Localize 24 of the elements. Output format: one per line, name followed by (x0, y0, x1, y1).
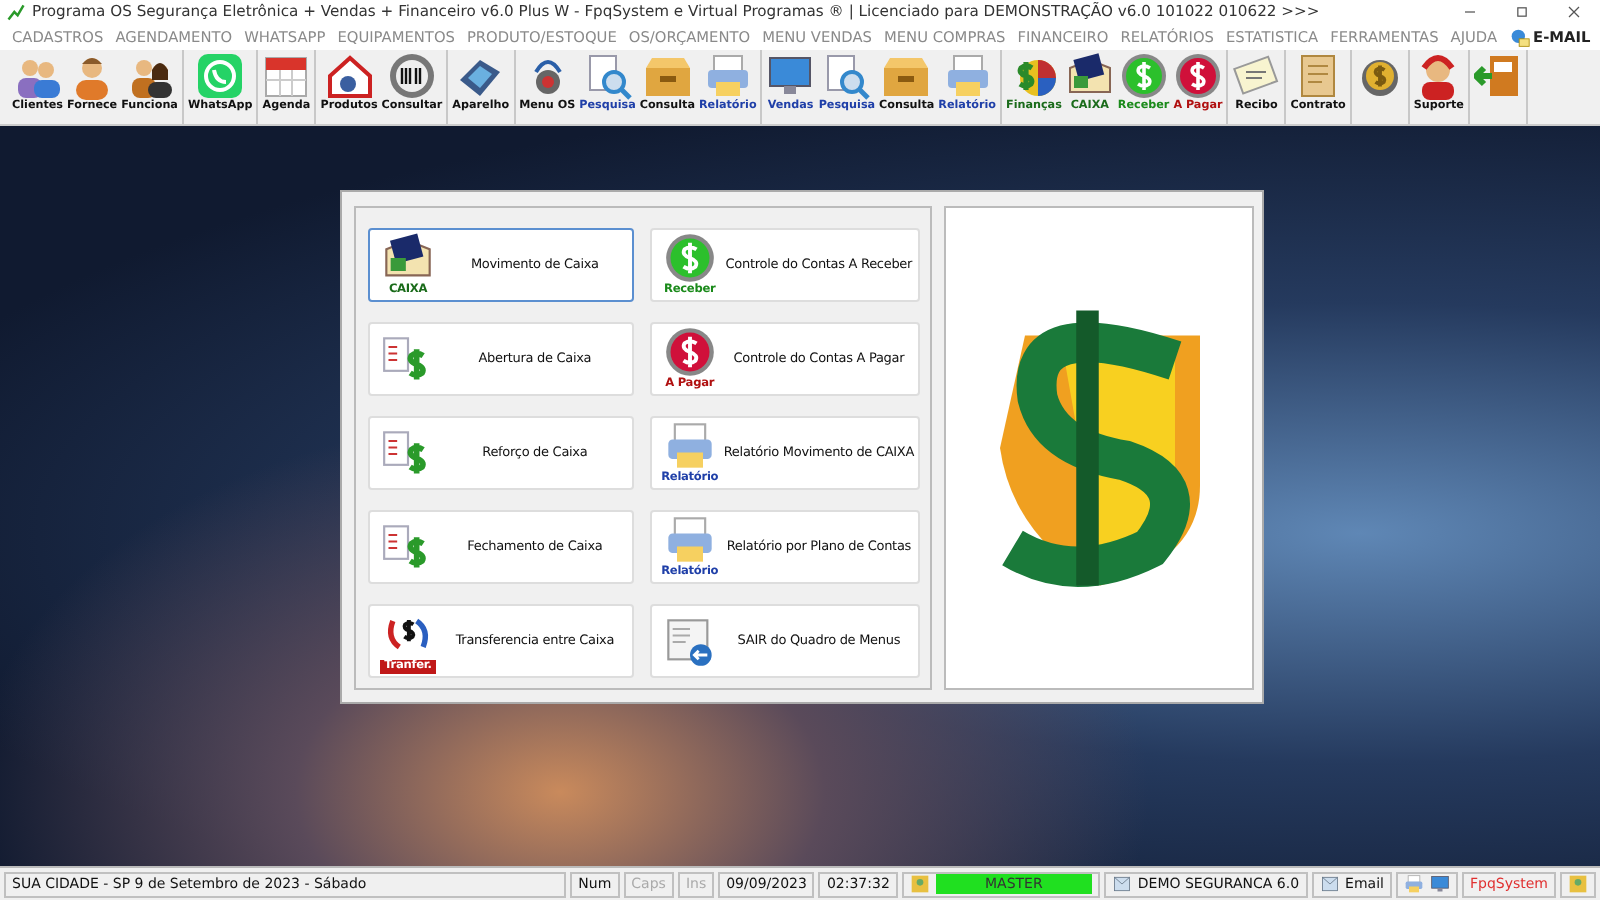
printer-icon (703, 52, 752, 100)
coin-icon (1119, 52, 1168, 100)
printer-icon (663, 514, 716, 566)
printer-icon (943, 52, 992, 100)
exit-door-icon (1473, 52, 1522, 100)
coin-icon (663, 232, 716, 284)
receipt-icon (1232, 52, 1281, 100)
folder-icon (882, 52, 931, 100)
close-icon[interactable] (1564, 2, 1584, 22)
magnifier-document-icon (583, 52, 632, 100)
restore-icon[interactable] (1512, 2, 1532, 22)
exit-window-icon (663, 615, 716, 667)
coin-icon (1173, 52, 1222, 100)
globe-mail-icon (1509, 27, 1530, 47)
monitor-icon (766, 52, 815, 100)
printer-icon (663, 420, 716, 472)
chat-bubble-icon (196, 52, 245, 100)
magnifier-document-icon (822, 52, 871, 100)
monitor-icon[interactable] (1429, 874, 1450, 894)
folder-icon (643, 52, 692, 100)
coin-icon (663, 326, 716, 378)
house-icon (325, 52, 373, 100)
mail-icon (1319, 874, 1340, 894)
app-icon (6, 2, 26, 22)
